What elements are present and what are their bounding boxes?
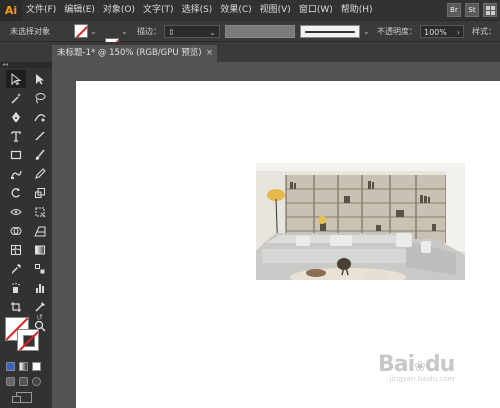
shaper-tool-icon[interactable] xyxy=(6,165,26,183)
selection-status: 未选择对象 xyxy=(10,27,50,36)
chevron-down-icon[interactable]: ⌄ xyxy=(121,24,128,39)
close-icon[interactable]: × xyxy=(206,45,213,62)
scale-tool-icon[interactable] xyxy=(30,184,50,202)
watermark-text: Bai xyxy=(378,352,415,377)
draw-normal-icon[interactable] xyxy=(6,377,15,386)
document-tab-bar: 未标题-1* @ 150% (RGB/GPU 预览) × xyxy=(0,42,500,62)
brush-definition[interactable] xyxy=(300,25,360,38)
illustrator-logo: Ai xyxy=(0,0,22,20)
living-room-photo xyxy=(256,163,465,280)
stroke-label[interactable]: 描边： xyxy=(137,24,161,39)
menu-object[interactable]: 对象(O) xyxy=(99,0,139,20)
tools-panel: ◂◂ ↺ xyxy=(0,62,52,408)
stroke-color-swatch[interactable] xyxy=(17,329,39,351)
magic-wand-tool-icon[interactable] xyxy=(6,89,26,107)
style-label[interactable]: 样式： xyxy=(472,24,496,39)
lasso-tool-icon[interactable] xyxy=(30,89,50,107)
selection-tool-icon[interactable] xyxy=(6,70,26,88)
draw-mode-row xyxy=(6,377,41,386)
column-graph-tool-icon[interactable] xyxy=(30,279,50,297)
width-tool-icon[interactable] xyxy=(6,203,26,221)
menu-effect[interactable]: 效果(C) xyxy=(216,0,255,20)
arrange-grid-icon[interactable] xyxy=(483,3,497,17)
fill-stroke-swatches: ↺ xyxy=(5,313,45,357)
opacity-input[interactable]: 100% › xyxy=(420,25,464,38)
bridge-button[interactable]: Br xyxy=(447,3,461,17)
rotate-tool-icon[interactable] xyxy=(6,184,26,202)
blend-tool-icon[interactable] xyxy=(30,260,50,278)
eyedropper-tool-icon[interactable] xyxy=(6,260,26,278)
color-mode-row xyxy=(6,362,41,371)
gradient-mode-icon[interactable] xyxy=(19,362,28,371)
menu-file[interactable]: 文件(F) xyxy=(22,0,60,20)
document-tab[interactable]: 未标题-1* @ 150% (RGB/GPU 预览) × xyxy=(52,45,217,62)
pen-tool-icon[interactable] xyxy=(6,108,26,126)
perspective-grid-tool-icon[interactable] xyxy=(30,222,50,240)
none-mode-icon[interactable] xyxy=(32,362,41,371)
type-tool-icon[interactable] xyxy=(6,127,26,145)
menu-bar: Ai 文件(F) 编辑(E) 对象(O) 文字(T) 选择(S) 效果(C) 视… xyxy=(0,0,500,20)
opacity-value: 100% xyxy=(424,28,447,37)
line-segment-tool-icon[interactable] xyxy=(30,127,50,145)
document-tab-title: 未标题-1* @ 150% (RGB/GPU 预览) xyxy=(57,48,202,58)
paw-icon: ❀ xyxy=(414,359,426,375)
menu-view[interactable]: 视图(V) xyxy=(256,0,295,20)
rectangle-tool-icon[interactable] xyxy=(6,146,26,164)
stock-button[interactable]: St xyxy=(465,3,479,17)
screen-mode-icon[interactable] xyxy=(12,392,32,403)
menu-help[interactable]: 帮助(H) xyxy=(337,0,377,20)
chevron-down-icon[interactable]: ⌄ xyxy=(90,24,97,39)
opacity-label[interactable]: 不透明度： xyxy=(377,24,417,39)
symbol-sprayer-tool-icon[interactable] xyxy=(6,279,26,297)
watermark-suffix: du xyxy=(424,352,455,377)
draw-inside-icon[interactable] xyxy=(32,377,41,386)
watermark-subtitle: jingyan.baidu.com xyxy=(389,375,455,383)
draw-behind-icon[interactable] xyxy=(19,377,28,386)
baidu-watermark: Bai❀du jingyan.baidu.com xyxy=(378,352,455,383)
pencil-tool-icon[interactable] xyxy=(30,165,50,183)
curvature-tool-icon[interactable] xyxy=(30,108,50,126)
stroke-weight-field[interactable]: ⇕ ⌄ xyxy=(164,25,220,38)
artboard-tool-icon[interactable] xyxy=(6,298,26,316)
paintbrush-tool-icon[interactable] xyxy=(30,146,50,164)
direct-selection-tool-icon[interactable] xyxy=(30,70,50,88)
fill-swatch[interactable] xyxy=(74,24,88,38)
menu-window[interactable]: 窗口(W) xyxy=(295,0,337,20)
swap-icon[interactable]: ↺ xyxy=(36,313,43,322)
color-mode-icon[interactable] xyxy=(6,362,15,371)
control-bar: 未选择对象 ⌄ ⌄ 描边： ⇕ ⌄ ⌄ 不透明度： 100% › 样式： xyxy=(0,20,500,52)
menu-select[interactable]: 选择(S) xyxy=(178,0,217,20)
gradient-tool-icon[interactable] xyxy=(30,241,50,259)
menu-edit[interactable]: 编辑(E) xyxy=(60,0,99,20)
chevron-down-icon[interactable]: ⌄ xyxy=(363,24,370,39)
shape-builder-tool-icon[interactable] xyxy=(6,222,26,240)
placed-image-living-room[interactable] xyxy=(256,163,465,280)
mesh-tool-icon[interactable] xyxy=(6,241,26,259)
menu-right-group: Br St xyxy=(447,0,500,20)
menu-type[interactable]: 文字(T) xyxy=(139,0,178,20)
variable-width-profile[interactable] xyxy=(225,25,295,38)
free-transform-tool-icon[interactable] xyxy=(30,203,50,221)
